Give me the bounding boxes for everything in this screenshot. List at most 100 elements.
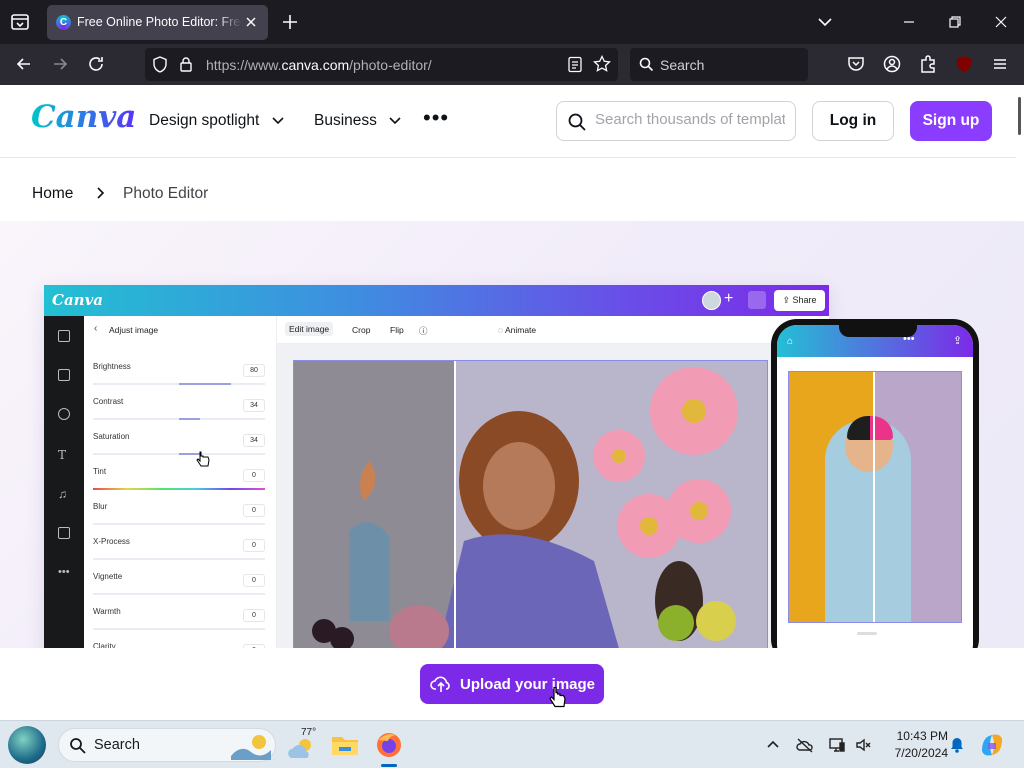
mockup-more-icon: ••• bbox=[58, 566, 70, 578]
mockup-videos-icon bbox=[58, 527, 70, 539]
chevron-right-icon bbox=[97, 187, 104, 199]
browser-search-bar[interactable]: Search bbox=[630, 48, 808, 81]
mockup-adjust-row: Saturation 34 bbox=[93, 432, 265, 467]
mockup-adjust-slider bbox=[93, 453, 265, 455]
mockup-adjust-value: 34 bbox=[243, 399, 265, 412]
taskbar-search-box[interactable]: Search bbox=[58, 728, 276, 762]
nav-business[interactable]: Business bbox=[314, 112, 401, 130]
display-network-icon[interactable] bbox=[828, 736, 846, 754]
notification-bell-icon[interactable] bbox=[948, 736, 966, 754]
browser-tab-active[interactable]: C Free Online Photo Editor: Free & Easy bbox=[47, 5, 268, 40]
phone-mockup: ⌂ ••• ⇪ bbox=[771, 319, 979, 665]
cloud-upload-icon bbox=[430, 676, 450, 692]
firefox-icon[interactable] bbox=[374, 730, 404, 760]
mockup-adjust-slider bbox=[93, 593, 265, 595]
volume-muted-icon[interactable] bbox=[854, 736, 872, 754]
copilot-icon[interactable] bbox=[978, 731, 1006, 759]
reload-icon[interactable] bbox=[86, 54, 106, 74]
clock-time: 10:43 PM bbox=[896, 729, 948, 743]
pocket-icon[interactable] bbox=[846, 54, 866, 74]
canva-logo[interactable]: Canva bbox=[31, 99, 136, 135]
site-search-input[interactable] bbox=[595, 111, 785, 128]
account-icon[interactable] bbox=[882, 54, 902, 74]
new-tab-plus-icon[interactable] bbox=[280, 12, 300, 32]
firefox-active-indicator bbox=[381, 764, 397, 767]
phone-handle bbox=[857, 632, 877, 635]
log-in-button[interactable]: Log in bbox=[812, 101, 894, 141]
start-button-icon[interactable] bbox=[8, 726, 46, 764]
breadcrumb: Home Photo Editor bbox=[32, 185, 208, 203]
mockup-audio-icon: ♫ bbox=[58, 487, 67, 501]
close-window-icon[interactable] bbox=[991, 12, 1011, 32]
mockup-adjust-row: Blur 0 bbox=[93, 502, 265, 537]
more-menu-icon[interactable]: ••• bbox=[423, 107, 449, 129]
mockup-uploads-icon bbox=[58, 408, 70, 420]
file-explorer-folder-icon[interactable] bbox=[330, 730, 360, 760]
ublock-shield-icon[interactable] bbox=[954, 54, 974, 74]
breadcrumb-home-link[interactable]: Home bbox=[32, 185, 73, 202]
mockup-flip-tab: Flip bbox=[390, 325, 404, 335]
tab-title: Free Online Photo Editor: Free & Easy bbox=[77, 15, 242, 29]
mockup-edit-image-tab: Edit image bbox=[285, 322, 334, 336]
restore-window-icon[interactable] bbox=[945, 12, 965, 32]
onedrive-offline-icon[interactable] bbox=[796, 736, 814, 754]
mockup-share-button: ⇪ Share bbox=[774, 290, 825, 311]
browser-tab-bar: C Free Online Photo Editor: Free & Easy bbox=[0, 0, 1024, 44]
chevron-down-icon bbox=[272, 117, 284, 125]
shield-icon[interactable] bbox=[152, 56, 168, 73]
url-text[interactable]: https://www.canva.com/photo-editor/ bbox=[206, 57, 432, 73]
sign-up-button[interactable]: Sign up bbox=[910, 101, 992, 141]
hamburger-menu-icon[interactable] bbox=[990, 54, 1010, 74]
reader-view-icon[interactable] bbox=[567, 56, 583, 73]
chevron-down-icon bbox=[389, 117, 401, 125]
show-hidden-icons-chevron-icon[interactable] bbox=[764, 736, 782, 754]
page-scrollbar[interactable] bbox=[1018, 97, 1021, 135]
mockup-back-chevron-icon: ‹ bbox=[94, 323, 98, 334]
upload-your-image-button[interactable]: Upload your image bbox=[420, 664, 604, 704]
mockup-adjust-label: Warmth bbox=[93, 607, 121, 616]
mockup-adjust-label: Blur bbox=[93, 502, 108, 511]
mockup-text-icon: T bbox=[58, 448, 67, 462]
phone-notch bbox=[839, 325, 917, 337]
mockup-adjust-row: Contrast 34 bbox=[93, 397, 265, 432]
taskbar-clock[interactable]: 10:43 PM 7/20/2024 bbox=[880, 728, 948, 762]
phone-home-icon: ⌂ bbox=[787, 336, 794, 347]
mockup-adjust-row: Tint 0 bbox=[93, 467, 265, 502]
bookmark-star-icon[interactable] bbox=[593, 55, 611, 73]
forward-arrow-icon[interactable] bbox=[50, 54, 70, 74]
phone-share-icon: ⇪ bbox=[953, 335, 963, 347]
minimize-window-icon[interactable] bbox=[899, 12, 919, 32]
phone-screen: ⌂ ••• ⇪ bbox=[777, 325, 973, 665]
search-icon bbox=[70, 738, 86, 754]
mockup-templates-icon bbox=[58, 330, 70, 342]
hand-pointer-cursor-icon bbox=[549, 686, 566, 708]
mockup-adjust-value: 34 bbox=[243, 434, 265, 447]
mockup-adjust-slider-fill bbox=[179, 383, 231, 385]
mockup-adjust-label: Vignette bbox=[93, 572, 123, 581]
tab-list-icon[interactable] bbox=[8, 10, 32, 34]
nav-design-spotlight[interactable]: Design spotlight bbox=[149, 112, 284, 130]
mockup-adjust-slider bbox=[93, 628, 265, 630]
extensions-puzzle-icon[interactable] bbox=[918, 54, 938, 74]
windows-taskbar: Search 77° 10:43 PM 7/20/2024 bbox=[0, 720, 1024, 768]
mockup-before-after-divider bbox=[454, 361, 456, 664]
browser-nav-bar: https://www.canva.com/photo-editor/ Sear… bbox=[0, 44, 1024, 105]
close-tab-icon[interactable] bbox=[242, 13, 260, 31]
nav-design-spotlight-label: Design spotlight bbox=[149, 112, 260, 129]
mockup-adjust-label: Saturation bbox=[93, 432, 130, 441]
site-search-box[interactable] bbox=[556, 101, 796, 141]
mockup-adjust-slider bbox=[93, 523, 265, 525]
mockup-adjust-row: X-Process 0 bbox=[93, 537, 265, 572]
phone-photo bbox=[788, 371, 962, 623]
lock-icon[interactable] bbox=[179, 56, 193, 73]
mockup-adjust-label: Tint bbox=[93, 467, 107, 476]
mockup-hand-cursor-icon bbox=[196, 451, 210, 467]
mockup-avatar bbox=[702, 291, 721, 310]
mockup-photo bbox=[293, 360, 768, 665]
mockup-side-rail: T ♫ ••• bbox=[44, 316, 84, 665]
list-all-tabs-chevron-icon[interactable] bbox=[815, 12, 835, 32]
mockup-canva-logo: Canva bbox=[52, 291, 103, 309]
address-bar[interactable]: https://www.canva.com/photo-editor/ bbox=[145, 48, 618, 81]
back-arrow-icon[interactable] bbox=[14, 54, 34, 74]
browser-search-placeholder: Search bbox=[660, 57, 705, 73]
